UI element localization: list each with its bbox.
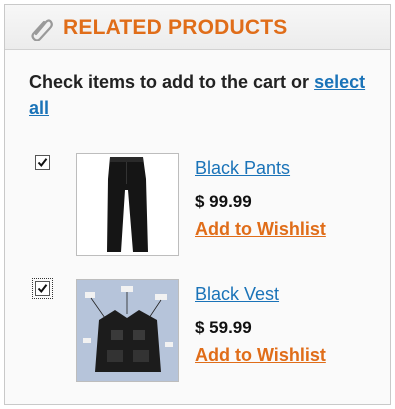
product-image[interactable] (76, 153, 179, 256)
block-header: RELATED PRODUCTS (5, 5, 390, 50)
related-products-block: RELATED PRODUCTS Check items to add to t… (4, 4, 391, 405)
product-name-link[interactable]: Black Vest (195, 284, 279, 305)
checkmark-icon (37, 158, 48, 168)
add-to-wishlist-link[interactable]: Add to Wishlist (195, 345, 326, 366)
checkmark-icon (37, 284, 48, 294)
add-to-wishlist-link[interactable]: Add to Wishlist (195, 219, 326, 240)
product-price: $ 99.99 (195, 192, 252, 211)
paperclip-icon (29, 17, 53, 42)
intro-label: Check items to add to the cart or (29, 72, 310, 92)
product-name-link[interactable]: Black Pants (195, 158, 290, 179)
block-title: RELATED PRODUCTS (63, 16, 288, 39)
product-checkbox[interactable] (32, 278, 53, 299)
product-image[interactable] (76, 279, 179, 382)
product-price: $ 59.99 (195, 318, 252, 337)
intro-text: Check items to add to the cart or select… (29, 69, 379, 121)
product-item: Black Vest $ 59.99 Add to Wishlist (5, 278, 392, 389)
product-checkbox[interactable] (35, 155, 50, 170)
product-item: Black Pants $ 99.99 Add to Wishlist (5, 153, 392, 263)
